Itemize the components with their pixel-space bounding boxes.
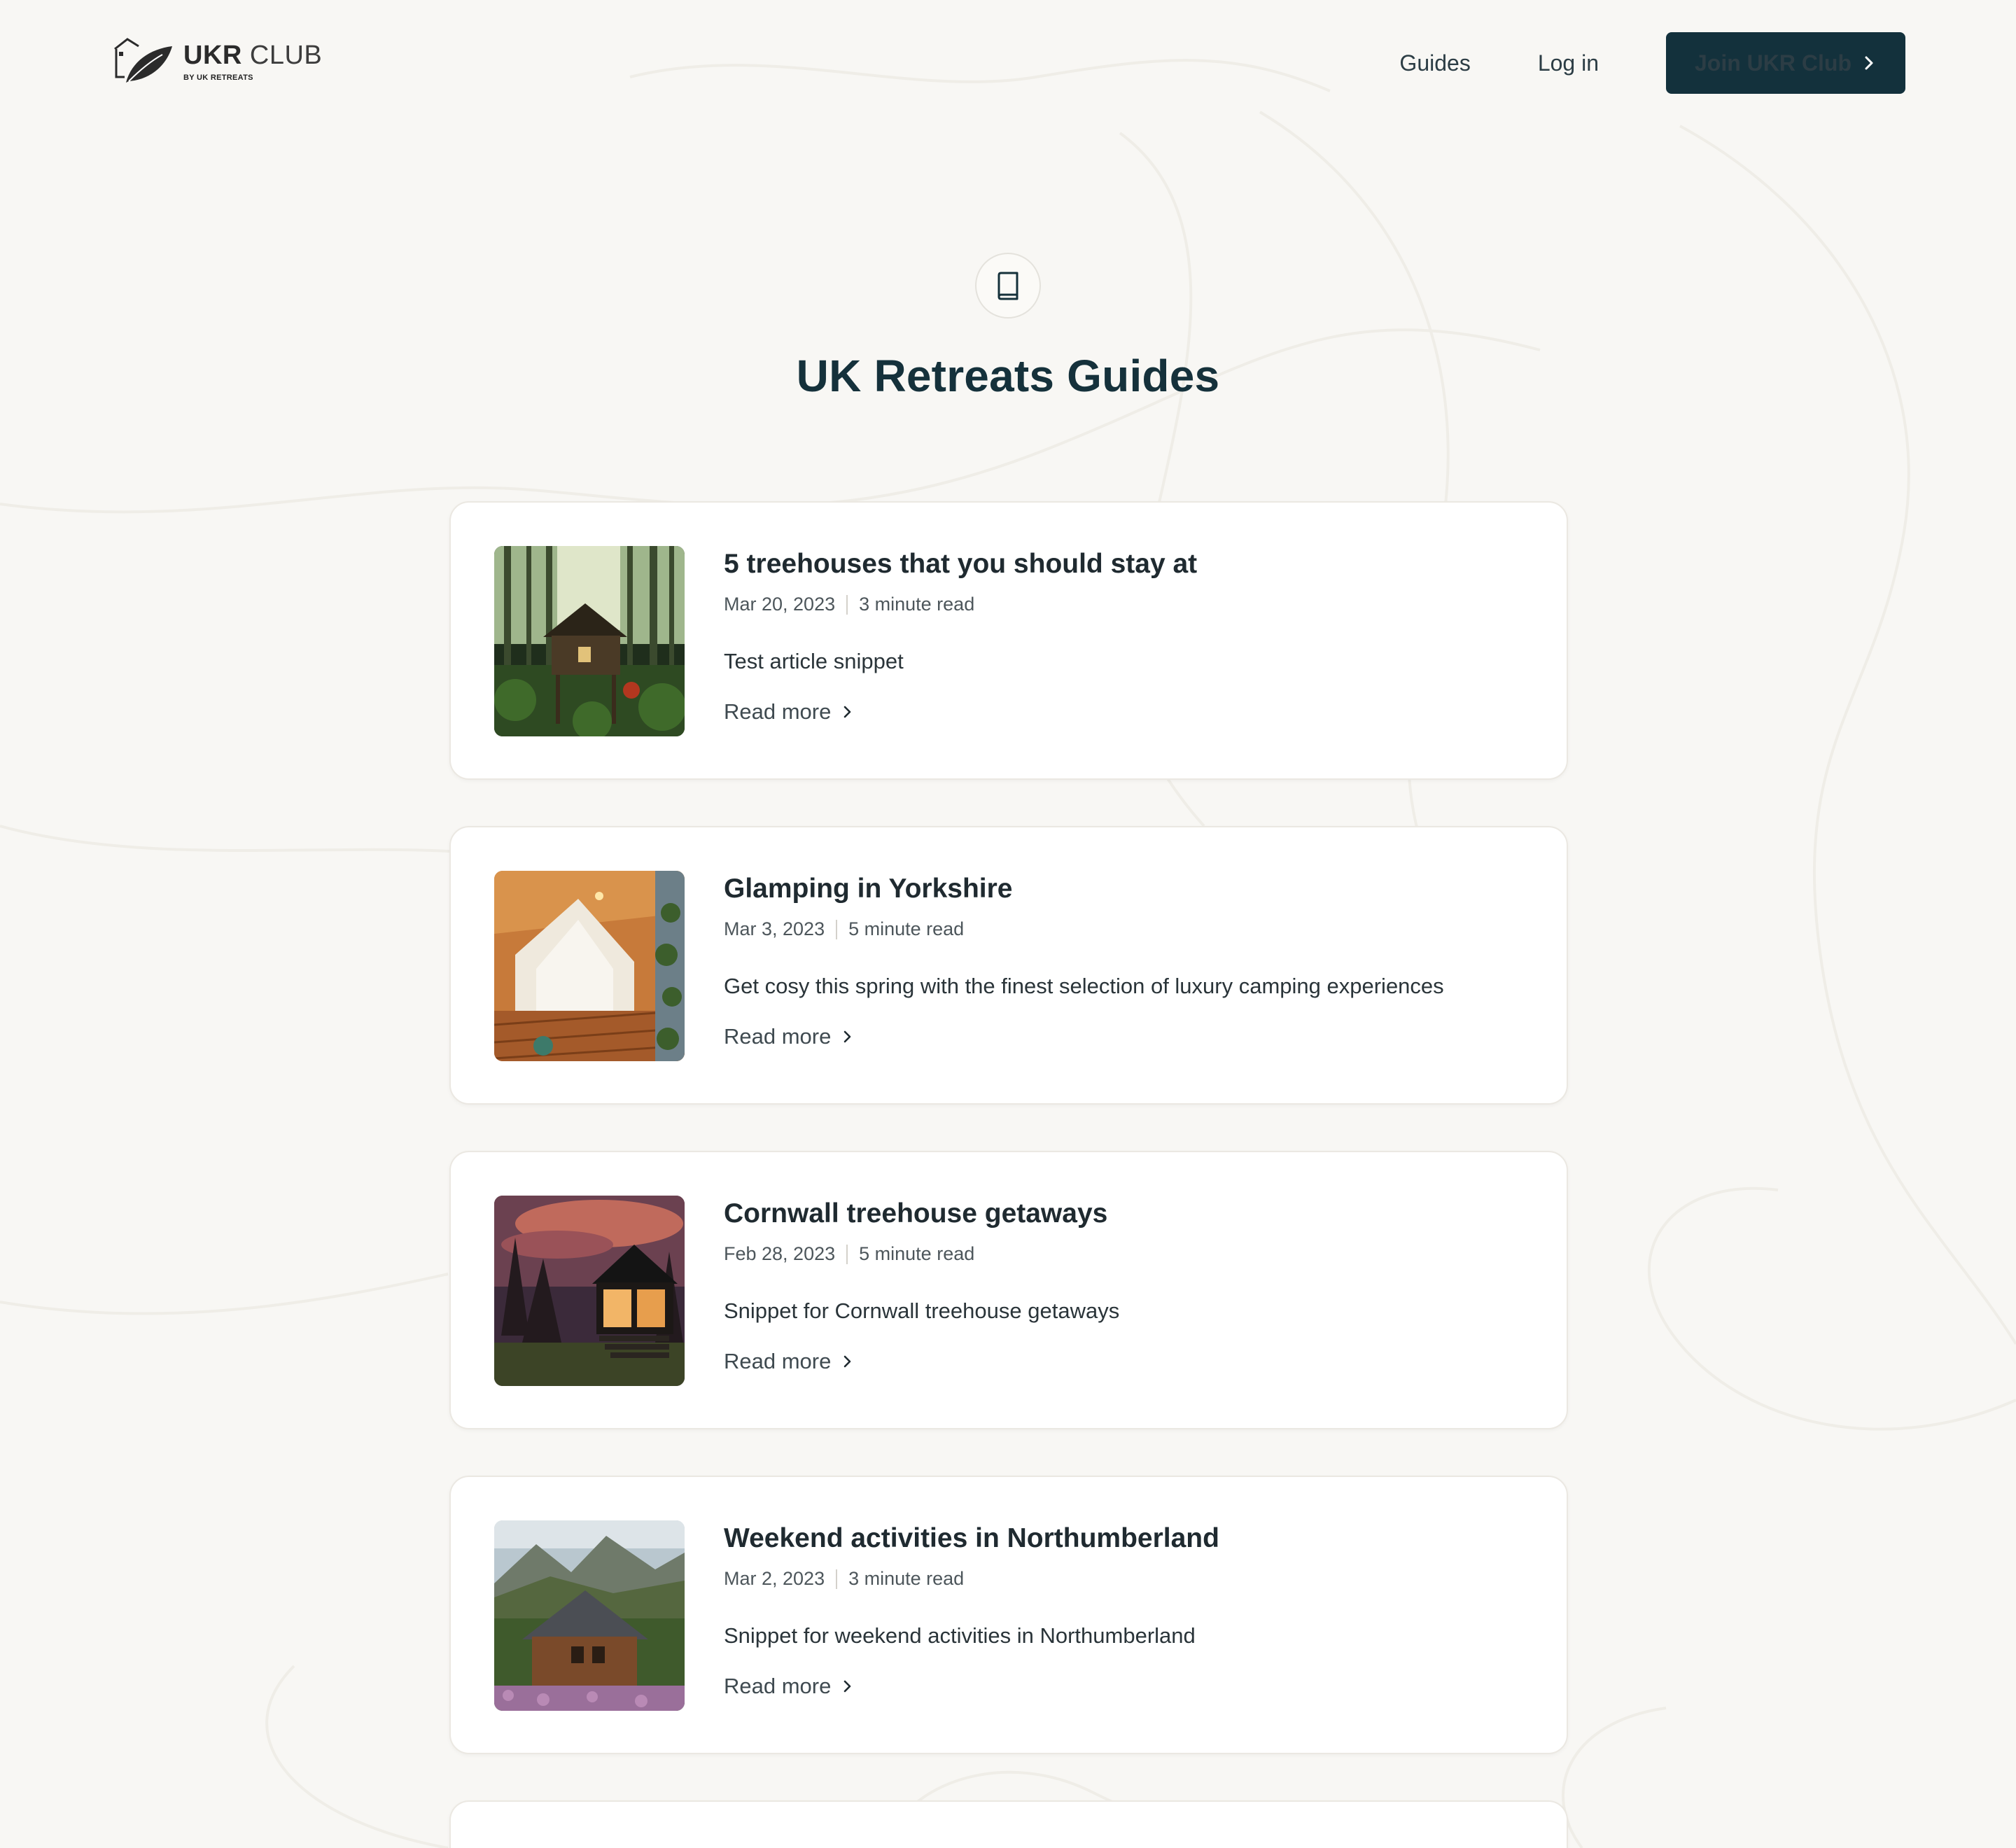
leaf-house-icon — [114, 38, 172, 83]
guide-meta: Mar 20, 2023 3 minute read — [724, 594, 1525, 615]
chevron-right-icon — [844, 1355, 851, 1368]
guide-title[interactable]: Glamping in Yorkshire — [724, 869, 1525, 909]
chevron-right-icon — [844, 1680, 851, 1693]
read-more-label: Read more — [724, 1024, 832, 1049]
chevron-right-icon — [1865, 56, 1873, 70]
main-nav: Guides Log in Join UKR Club — [1399, 32, 1905, 94]
guide-date: Feb 28, 2023 — [724, 1243, 836, 1264]
join-club-label: Join UKR Club — [1695, 50, 1851, 76]
page-title: UK Retreats Guides — [796, 351, 1220, 401]
read-more-link[interactable]: Read more — [724, 699, 1525, 724]
forest-treehouse-photo[interactable] — [494, 546, 685, 736]
guide-meta: Mar 2, 2023 3 minute read — [724, 1568, 1525, 1590]
meta-divider — [846, 1244, 848, 1264]
guide-read-time: 5 minute read — [859, 1243, 975, 1264]
guide-card[interactable]: Cornwall treehouse getaways Feb 28, 2023… — [449, 1151, 1568, 1429]
guide-card[interactable]: Glamping in Yorkshire Mar 3, 2023 5 minu… — [449, 826, 1568, 1105]
guide-read-time: 5 minute read — [848, 918, 965, 939]
guide-meta: Feb 28, 2023 5 minute read — [724, 1243, 1525, 1265]
guide-card[interactable]: Weekend activities in Northumberland Mar… — [449, 1476, 1568, 1754]
guide-meta: Mar 3, 2023 5 minute read — [724, 918, 1525, 940]
guide-title[interactable]: 5 treehouses that you should stay at — [724, 545, 1525, 584]
guide-snippet: Snippet for Cornwall treehouse getaways — [724, 1298, 1120, 1323]
read-more-link[interactable]: Read more — [724, 1024, 1525, 1049]
chevron-right-icon — [844, 706, 851, 718]
guide-date: Mar 2, 2023 — [724, 1568, 825, 1589]
glamping-tent-photo[interactable] — [494, 871, 685, 1061]
guide-card[interactable]: 5 treehouses that you should stay at Mar… — [449, 501, 1568, 780]
site-header: UKR CLUB BY UK RETREATS Guides Log in Jo… — [0, 0, 2016, 126]
cabin-sunset-photo[interactable] — [494, 1196, 685, 1386]
guide-snippet: Test article snippet — [724, 649, 904, 673]
nav-guides-link[interactable]: Guides — [1399, 50, 1470, 76]
guide-read-time: 3 minute read — [859, 594, 975, 615]
logo[interactable]: UKR CLUB BY UK RETREATS — [111, 34, 322, 90]
read-more-link[interactable]: Read more — [724, 1349, 1525, 1374]
logo-tagline: BY UK RETREATS — [183, 74, 253, 82]
guide-read-time: 3 minute read — [848, 1568, 965, 1589]
guide-card-partial[interactable] — [449, 1800, 1568, 1848]
guide-date: Mar 20, 2023 — [724, 594, 836, 615]
read-more-link[interactable]: Read more — [724, 1674, 1525, 1699]
guide-title[interactable]: Cornwall treehouse getaways — [724, 1194, 1525, 1233]
guide-title[interactable]: Weekend activities in Northumberland — [724, 1519, 1525, 1558]
book-icon — [997, 272, 1018, 300]
chevron-right-icon — [844, 1030, 851, 1043]
join-club-button[interactable]: Join UKR Club — [1666, 32, 1905, 94]
mountain-cabin-photo[interactable] — [494, 1520, 685, 1711]
guide-date: Mar 3, 2023 — [724, 918, 825, 939]
read-more-label: Read more — [724, 699, 832, 724]
guide-list: 5 treehouses that you should stay at Mar… — [449, 501, 1568, 1848]
nav-login-link[interactable]: Log in — [1538, 50, 1599, 76]
meta-divider — [836, 919, 838, 939]
book-icon-badge — [975, 253, 1041, 318]
read-more-label: Read more — [724, 1674, 832, 1698]
meta-divider — [836, 1569, 838, 1589]
read-more-label: Read more — [724, 1349, 832, 1373]
guide-snippet: Get cosy this spring with the finest sel… — [724, 974, 1444, 998]
guide-snippet: Snippet for weekend activities in Northu… — [724, 1623, 1196, 1648]
meta-divider — [846, 594, 848, 615]
logo-wordmark: UKR CLUB — [183, 41, 323, 70]
